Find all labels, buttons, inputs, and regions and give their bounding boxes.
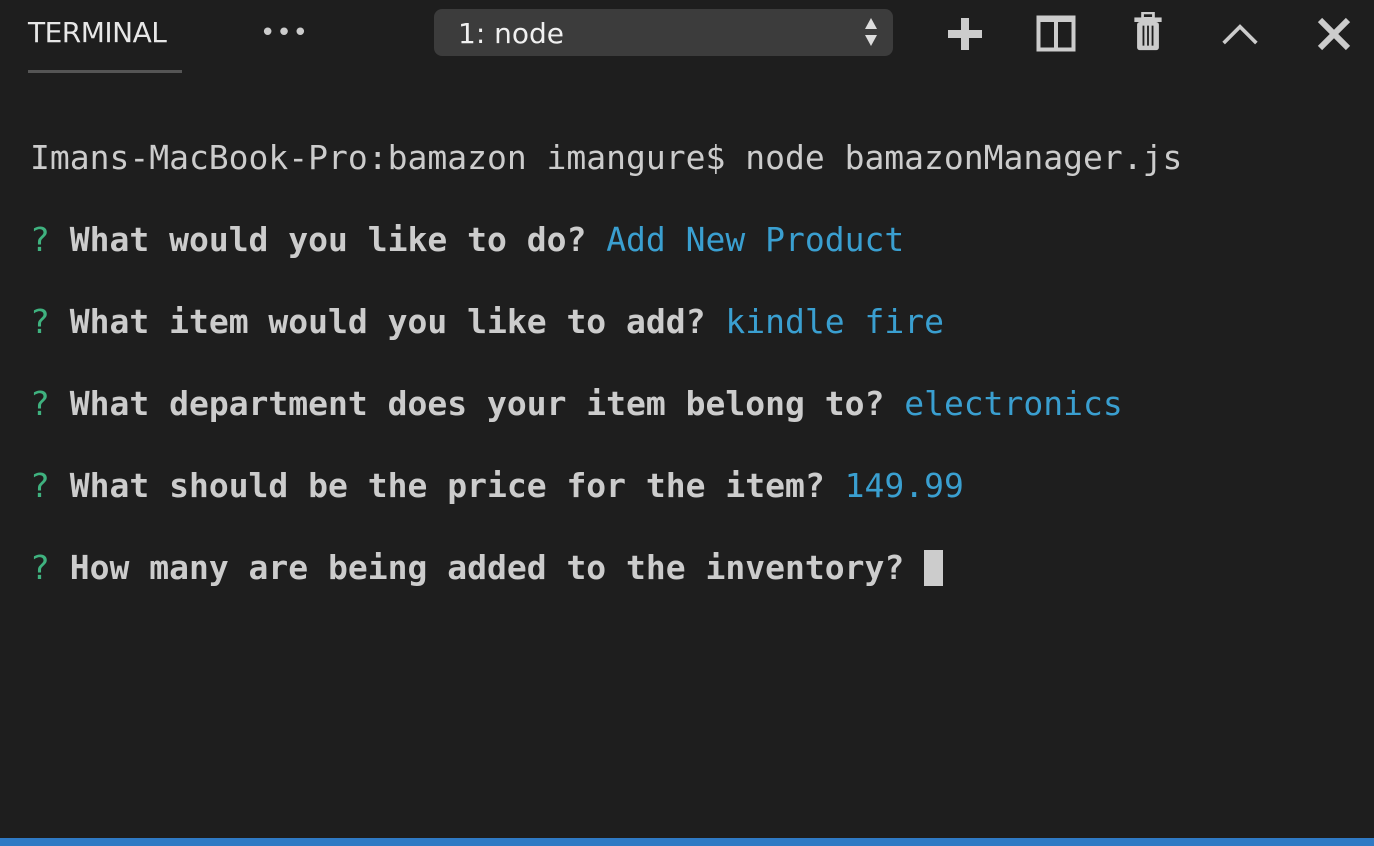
terminal-output[interactable]: Imans-MacBook-Pro:bamazon imangure$ node… bbox=[30, 96, 1182, 629]
prompt-mark: ? bbox=[30, 302, 50, 341]
trash-icon[interactable] bbox=[1128, 12, 1168, 52]
prompt-question: What item would you like to add? bbox=[69, 302, 706, 341]
prompt-line: ? How many are being added to the invent… bbox=[30, 547, 1182, 588]
prompt-line: ? What item would you like to add? kindl… bbox=[30, 301, 1182, 342]
prompt-answer: kindle fire bbox=[725, 302, 944, 341]
plus-icon[interactable] bbox=[945, 14, 985, 54]
prompt-mark: ? bbox=[30, 548, 50, 587]
prompt-line: ? What should be the price for the item?… bbox=[30, 465, 1182, 506]
select-arrows-icon bbox=[865, 18, 877, 46]
prompt-answer: electronics bbox=[904, 384, 1123, 423]
terminal-cursor bbox=[924, 550, 944, 586]
prompt-mark: ? bbox=[30, 384, 50, 423]
active-tab-indicator bbox=[28, 70, 182, 73]
prompt-mark: ? bbox=[30, 220, 50, 259]
prompt-mark: ? bbox=[30, 466, 50, 505]
prompt-question: What should be the price for the item? bbox=[69, 466, 825, 505]
chevron-up-icon[interactable] bbox=[1220, 14, 1260, 54]
prompt-question: How many are being added to the inventor… bbox=[69, 548, 905, 587]
prompt-answer: 149.99 bbox=[844, 466, 964, 505]
command-line: Imans-MacBook-Pro:bamazon imangure$ node… bbox=[30, 138, 1183, 177]
prompt-question: What would you like to do? bbox=[69, 220, 587, 259]
status-bar bbox=[0, 838, 1374, 846]
prompt-line: ? What department does your item belong … bbox=[30, 383, 1182, 424]
tab-terminal[interactable]: TERMINAL bbox=[28, 16, 167, 49]
close-icon[interactable] bbox=[1314, 14, 1354, 54]
prompt-answer: Add New Product bbox=[606, 220, 905, 259]
split-icon[interactable] bbox=[1036, 14, 1076, 54]
prompt-line: ? What would you like to do? Add New Pro… bbox=[30, 219, 1182, 260]
prompt-question: What department does your item belong to… bbox=[69, 384, 885, 423]
ellipsis-icon[interactable]: ••• bbox=[260, 18, 309, 48]
terminal-select-value: 1: node bbox=[458, 17, 565, 50]
terminal-select[interactable]: 1: node bbox=[434, 9, 893, 56]
